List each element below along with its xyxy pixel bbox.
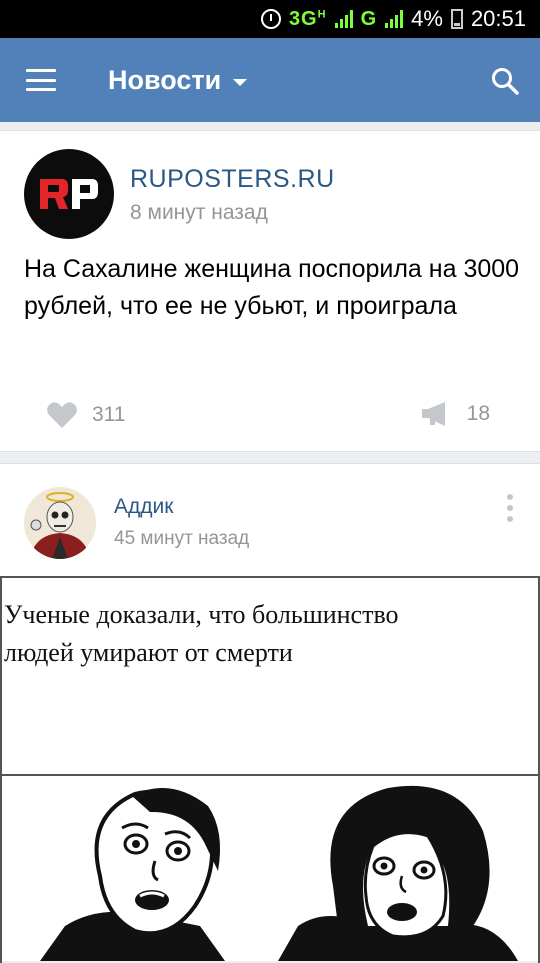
battery-icon (450, 9, 463, 29)
like-button[interactable]: 311 (46, 401, 125, 429)
search-icon[interactable] (490, 66, 520, 96)
alarm-clock-icon (260, 9, 281, 29)
network-type-alt: G (360, 7, 378, 30)
post-card: Аддик 45 минут назад Ученые доказали, чт… (0, 463, 540, 963)
megaphone-icon (421, 402, 445, 426)
meme-caption: Ученые доказали, что большинство людей у… (4, 596, 399, 672)
meme-face-left (40, 788, 225, 961)
meme-image[interactable]: Ученые доказали, что большинство людей у… (0, 576, 540, 963)
post-text: На Сахалине женщина поспорила на 3000 ру… (24, 255, 520, 320)
avatar[interactable] (24, 487, 96, 559)
meme-face-right (278, 785, 518, 961)
menu-icon[interactable] (26, 69, 56, 91)
share-button[interactable]: 18 (421, 401, 490, 427)
heart-icon (47, 402, 77, 428)
meme-caption-line: людей умирают от смерти (4, 638, 293, 667)
caret-down-icon (233, 78, 248, 86)
ruposters-logo (40, 179, 98, 209)
signal-icon (334, 10, 353, 28)
post-author[interactable]: Аддик (114, 495, 173, 519)
feed-selector[interactable]: Новости (108, 64, 248, 96)
post-card: RUPOSTERS.RU 8 минут назад На Сахалине ж… (0, 130, 540, 452)
network-type: 3GH (288, 7, 327, 30)
meme-border (0, 578, 2, 963)
like-count: 311 (92, 403, 126, 426)
avatar[interactable] (24, 149, 114, 239)
share-count: 18 (466, 402, 490, 425)
battery-percent: 4% (411, 6, 443, 31)
post-time: 8 минут назад (130, 201, 268, 224)
meme-caption-line: Ученые доказали, что большинство (4, 600, 399, 629)
skull-avatar-image (30, 492, 90, 559)
signal-icon-2 (385, 10, 404, 28)
post-time: 45 минут назад (114, 528, 250, 549)
app-bar: Новости (0, 38, 540, 122)
status-time: 20:51 (470, 6, 526, 31)
status-bar: 3GH G 4% 20:51 (0, 0, 540, 38)
post-author[interactable]: RUPOSTERS.RU (130, 165, 335, 194)
page-title: Новости (108, 64, 222, 95)
more-vertical-icon[interactable] (506, 494, 514, 522)
